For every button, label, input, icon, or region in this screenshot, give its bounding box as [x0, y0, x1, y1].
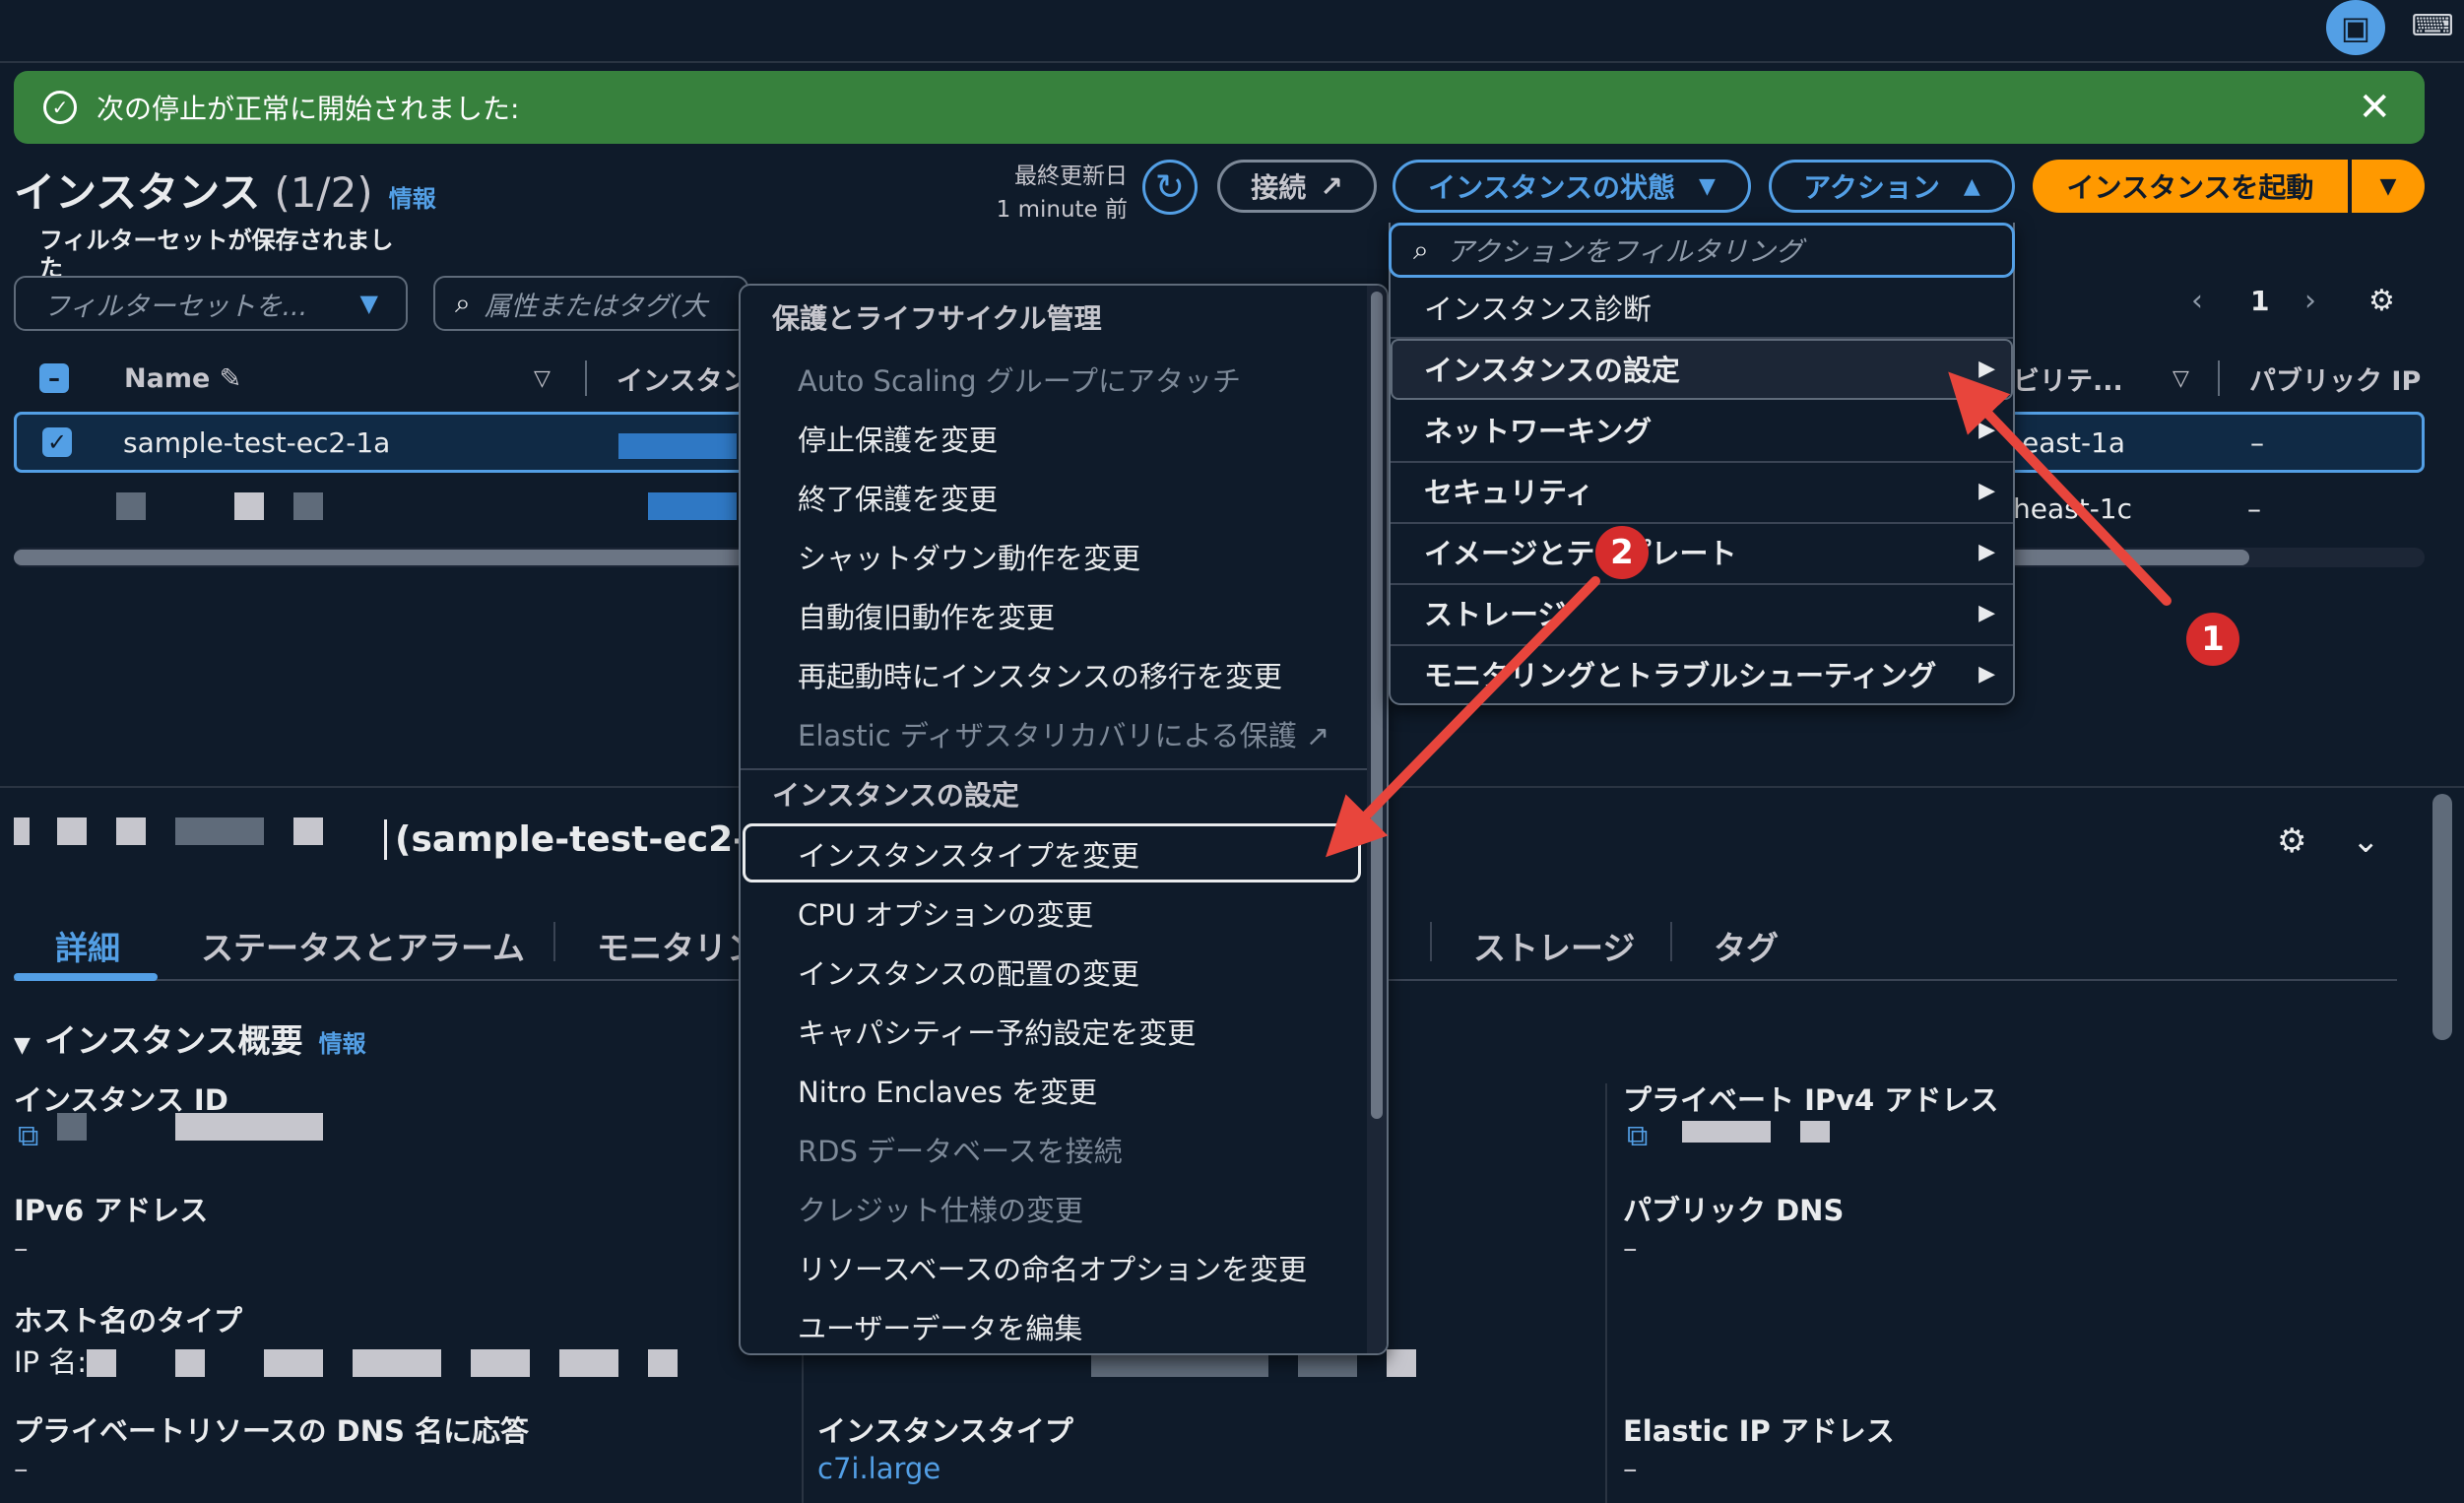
annotation-badge-1: 1: [2186, 613, 2239, 666]
annotation-arrow-1: [1948, 371, 2172, 606]
annotation-badge-2: 2: [1595, 526, 1649, 579]
annotation-arrow-2: [1326, 576, 1600, 858]
annotation-arrows: [1326, 371, 2172, 858]
